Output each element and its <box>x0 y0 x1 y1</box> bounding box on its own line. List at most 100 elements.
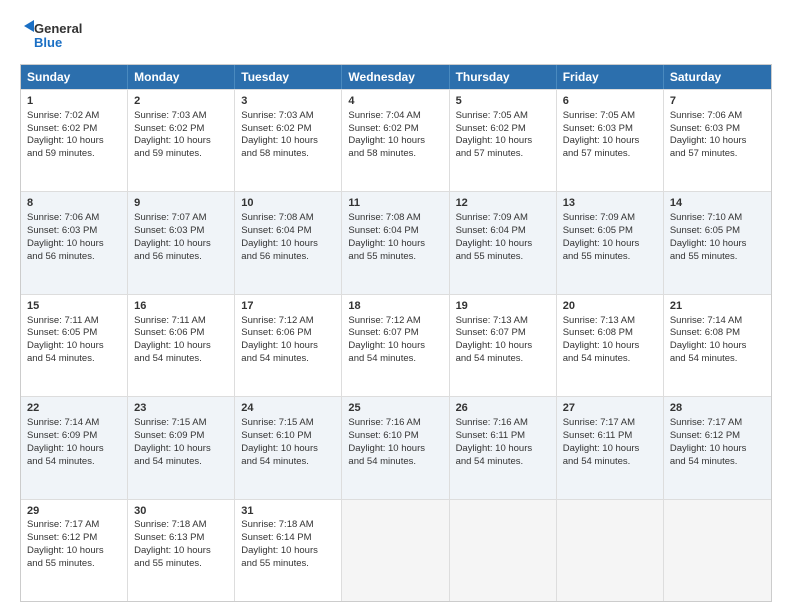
day-number: 12 <box>456 196 550 211</box>
calendar-row-5: 29Sunrise: 7:17 AMSunset: 6:12 PMDayligh… <box>21 499 771 601</box>
calendar-cell: 11Sunrise: 7:08 AMSunset: 6:04 PMDayligh… <box>342 192 449 293</box>
header-day-tuesday: Tuesday <box>235 65 342 89</box>
day-info-line: Sunrise: 7:06 AM <box>670 110 765 123</box>
day-info-line: Sunset: 6:02 PM <box>348 123 442 136</box>
day-info-line: Sunrise: 7:17 AM <box>27 519 121 532</box>
day-info-line: Sunset: 6:05 PM <box>563 225 657 238</box>
day-info-line: Sunrise: 7:16 AM <box>456 417 550 430</box>
svg-text:Blue: Blue <box>34 35 62 50</box>
day-info-line: Daylight: 10 hours <box>348 135 442 148</box>
day-info-line: Sunrise: 7:03 AM <box>134 110 228 123</box>
day-info-line: Sunrise: 7:09 AM <box>456 212 550 225</box>
day-info-line: Sunrise: 7:11 AM <box>27 315 121 328</box>
calendar-row-3: 15Sunrise: 7:11 AMSunset: 6:05 PMDayligh… <box>21 294 771 396</box>
header-day-monday: Monday <box>128 65 235 89</box>
calendar-cell: 26Sunrise: 7:16 AMSunset: 6:11 PMDayligh… <box>450 397 557 498</box>
day-info-line: Sunset: 6:02 PM <box>241 123 335 136</box>
calendar-cell: 29Sunrise: 7:17 AMSunset: 6:12 PMDayligh… <box>21 500 128 601</box>
day-info-line: Sunrise: 7:18 AM <box>134 519 228 532</box>
day-info-line: Sunset: 6:11 PM <box>456 430 550 443</box>
day-info-line: Sunrise: 7:10 AM <box>670 212 765 225</box>
day-number: 16 <box>134 299 228 314</box>
day-number: 18 <box>348 299 442 314</box>
day-info-line: and 56 minutes. <box>134 251 228 264</box>
day-info-line: and 54 minutes. <box>134 353 228 366</box>
calendar-cell: 14Sunrise: 7:10 AMSunset: 6:05 PMDayligh… <box>664 192 771 293</box>
calendar-cell <box>664 500 771 601</box>
calendar-cell: 25Sunrise: 7:16 AMSunset: 6:10 PMDayligh… <box>342 397 449 498</box>
day-info-line: Sunset: 6:09 PM <box>134 430 228 443</box>
day-info-line: Daylight: 10 hours <box>348 443 442 456</box>
day-number: 3 <box>241 94 335 109</box>
day-number: 27 <box>563 401 657 416</box>
day-info-line: Sunrise: 7:04 AM <box>348 110 442 123</box>
day-info-line: Sunset: 6:14 PM <box>241 532 335 545</box>
day-info-line: and 55 minutes. <box>134 558 228 571</box>
calendar-cell: 24Sunrise: 7:15 AMSunset: 6:10 PMDayligh… <box>235 397 342 498</box>
day-info-line: and 59 minutes. <box>27 148 121 161</box>
day-info-line: and 54 minutes. <box>348 456 442 469</box>
day-info-line: Sunset: 6:03 PM <box>563 123 657 136</box>
day-info-line: and 55 minutes. <box>348 251 442 264</box>
day-info-line: Sunrise: 7:16 AM <box>348 417 442 430</box>
day-info-line: Daylight: 10 hours <box>134 135 228 148</box>
day-info-line: and 55 minutes. <box>456 251 550 264</box>
day-info-line: Sunrise: 7:15 AM <box>134 417 228 430</box>
day-info-line: and 54 minutes. <box>27 456 121 469</box>
day-info-line: Sunrise: 7:17 AM <box>563 417 657 430</box>
calendar-cell: 6Sunrise: 7:05 AMSunset: 6:03 PMDaylight… <box>557 90 664 191</box>
day-info-line: Sunset: 6:04 PM <box>241 225 335 238</box>
day-info-line: Sunrise: 7:18 AM <box>241 519 335 532</box>
day-info-line: Daylight: 10 hours <box>134 545 228 558</box>
day-info-line: Sunset: 6:02 PM <box>456 123 550 136</box>
day-info-line: Sunset: 6:03 PM <box>27 225 121 238</box>
calendar-cell <box>342 500 449 601</box>
day-info-line: Sunrise: 7:17 AM <box>670 417 765 430</box>
day-info-line: Sunrise: 7:08 AM <box>348 212 442 225</box>
calendar-row-1: 1Sunrise: 7:02 AMSunset: 6:02 PMDaylight… <box>21 89 771 191</box>
calendar-cell: 8Sunrise: 7:06 AMSunset: 6:03 PMDaylight… <box>21 192 128 293</box>
day-info-line: Sunset: 6:05 PM <box>27 327 121 340</box>
day-info-line: Sunrise: 7:15 AM <box>241 417 335 430</box>
day-info-line: and 54 minutes. <box>134 456 228 469</box>
calendar-cell: 10Sunrise: 7:08 AMSunset: 6:04 PMDayligh… <box>235 192 342 293</box>
day-info-line: Sunrise: 7:09 AM <box>563 212 657 225</box>
day-info-line: Sunrise: 7:05 AM <box>456 110 550 123</box>
day-info-line: Sunrise: 7:03 AM <box>241 110 335 123</box>
day-info-line: Sunset: 6:03 PM <box>670 123 765 136</box>
day-number: 17 <box>241 299 335 314</box>
day-number: 22 <box>27 401 121 416</box>
day-number: 11 <box>348 196 442 211</box>
day-info-line: Daylight: 10 hours <box>27 135 121 148</box>
calendar-cell: 13Sunrise: 7:09 AMSunset: 6:05 PMDayligh… <box>557 192 664 293</box>
header-day-sunday: Sunday <box>21 65 128 89</box>
day-info-line: Daylight: 10 hours <box>456 238 550 251</box>
day-info-line: Sunrise: 7:02 AM <box>27 110 121 123</box>
day-info-line: Sunrise: 7:08 AM <box>241 212 335 225</box>
day-info-line: and 56 minutes. <box>27 251 121 264</box>
day-info-line: Sunrise: 7:12 AM <box>241 315 335 328</box>
day-info-line: Sunset: 6:11 PM <box>563 430 657 443</box>
day-number: 20 <box>563 299 657 314</box>
day-info-line: and 54 minutes. <box>27 353 121 366</box>
calendar-cell: 7Sunrise: 7:06 AMSunset: 6:03 PMDaylight… <box>664 90 771 191</box>
day-number: 29 <box>27 504 121 519</box>
day-info-line: Sunset: 6:04 PM <box>456 225 550 238</box>
day-info-line: and 54 minutes. <box>456 353 550 366</box>
day-info-line: Daylight: 10 hours <box>670 238 765 251</box>
calendar-cell: 31Sunrise: 7:18 AMSunset: 6:14 PMDayligh… <box>235 500 342 601</box>
day-info-line: and 55 minutes. <box>670 251 765 264</box>
day-info-line: and 54 minutes. <box>670 353 765 366</box>
calendar: SundayMondayTuesdayWednesdayThursdayFrid… <box>20 64 772 602</box>
day-info-line: Sunset: 6:08 PM <box>670 327 765 340</box>
day-info-line: Sunset: 6:03 PM <box>134 225 228 238</box>
calendar-header: SundayMondayTuesdayWednesdayThursdayFrid… <box>21 65 771 89</box>
day-info-line: Sunset: 6:12 PM <box>670 430 765 443</box>
day-info-line: Daylight: 10 hours <box>456 443 550 456</box>
day-info-line: Daylight: 10 hours <box>134 238 228 251</box>
day-info-line: Daylight: 10 hours <box>241 443 335 456</box>
calendar-cell: 30Sunrise: 7:18 AMSunset: 6:13 PMDayligh… <box>128 500 235 601</box>
day-info-line: Sunset: 6:07 PM <box>456 327 550 340</box>
day-info-line: Sunrise: 7:05 AM <box>563 110 657 123</box>
day-number: 31 <box>241 504 335 519</box>
